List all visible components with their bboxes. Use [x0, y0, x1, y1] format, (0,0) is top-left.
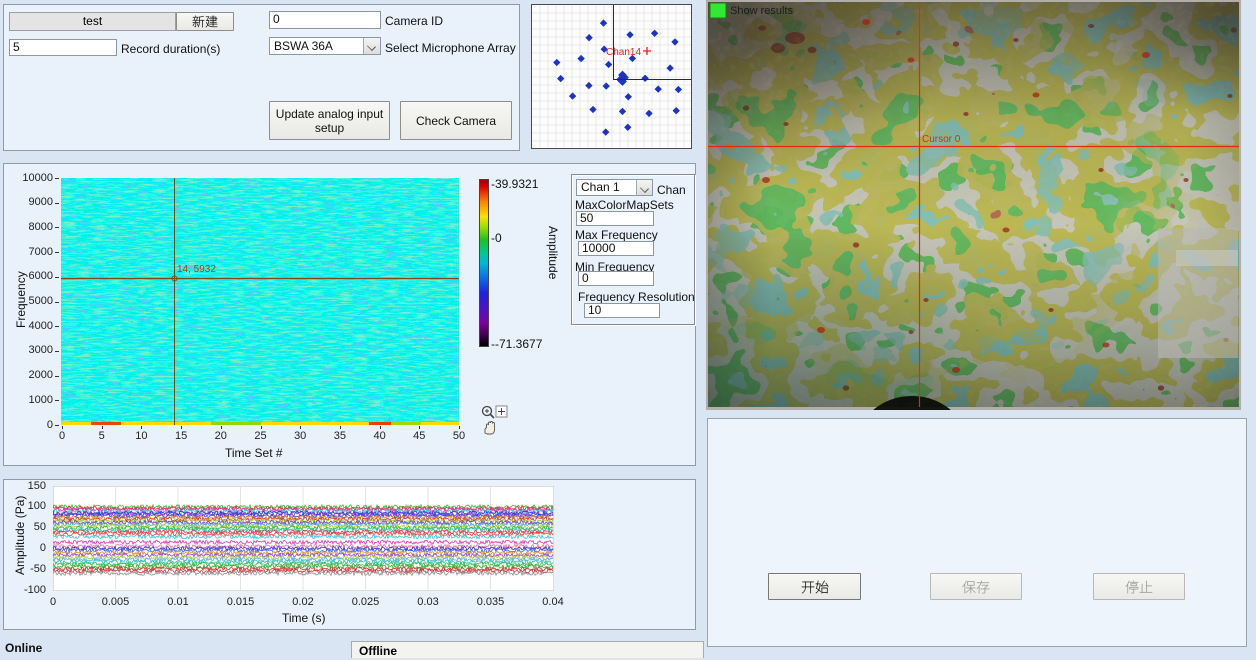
svg-text:14, 5932: 14, 5932: [177, 264, 216, 275]
svg-text:Cursor 0: Cursor 0: [922, 134, 961, 145]
svg-text:Show results: Show results: [730, 5, 793, 17]
svg-text:Chan14: Chan14: [606, 47, 641, 58]
